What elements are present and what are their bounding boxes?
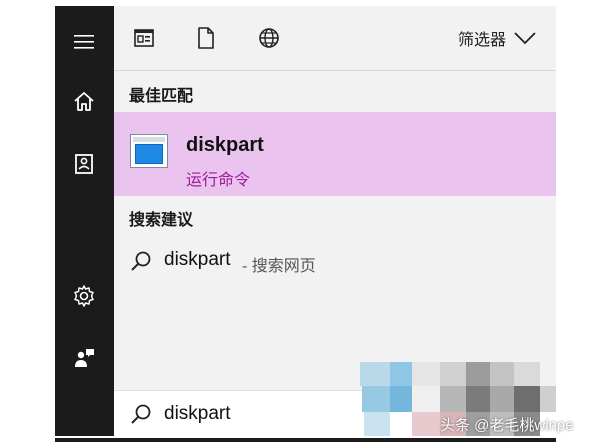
- taskbar-edge: [55, 438, 556, 442]
- right-margin: [556, 0, 600, 448]
- best-match-name: diskpart: [186, 134, 264, 156]
- user-feedback-icon[interactable]: [72, 346, 96, 370]
- web-globe-icon[interactable]: [257, 26, 281, 50]
- document-icon[interactable]: [194, 26, 218, 50]
- search-suggestions-heading: 搜索建议: [129, 212, 194, 229]
- toolbar-divider: [114, 70, 556, 71]
- best-match-subtitle: 运行命令: [186, 172, 251, 189]
- hamburger-menu-icon[interactable]: [72, 30, 96, 54]
- watermark-text: 头条 @老毛桃winpe: [440, 417, 574, 434]
- filter-label: 筛选器: [458, 32, 507, 49]
- results-toolbar: 筛选器: [114, 6, 556, 70]
- best-match-heading: 最佳匹配: [129, 88, 194, 105]
- chevron-down-icon: [514, 32, 536, 45]
- run-command-app-icon: [130, 134, 168, 168]
- search-icon: [131, 251, 151, 271]
- best-match-item[interactable]: diskpart 运行命令: [114, 112, 556, 196]
- document-folder-icon[interactable]: [72, 152, 96, 176]
- suggestion-hint: - 搜索网页: [242, 258, 316, 275]
- gear-icon[interactable]: [72, 284, 96, 308]
- filter-dropdown[interactable]: 筛选器: [458, 26, 536, 50]
- apps-icon[interactable]: [132, 26, 156, 50]
- start-menu-rail: [55, 6, 114, 436]
- left-margin: [0, 0, 55, 448]
- home-icon[interactable]: [72, 90, 96, 114]
- search-suggestion-item[interactable]: diskpart - 搜索网页: [114, 242, 556, 280]
- search-icon: [131, 404, 151, 424]
- suggestion-text: diskpart: [164, 249, 231, 270]
